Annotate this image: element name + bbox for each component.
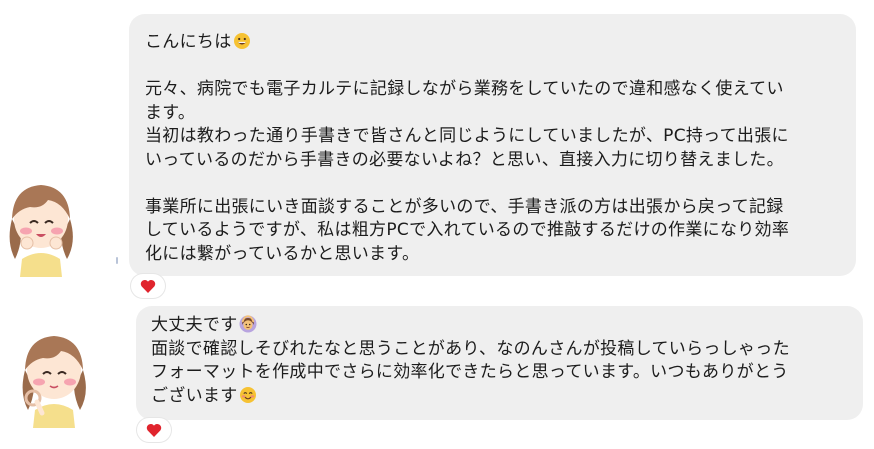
message-line [145, 172, 836, 196]
message-line: 元々、病院でも電子カルテに記録しながら業務をしていたので違和感なく使えてい [145, 79, 784, 99]
heart-icon [146, 423, 162, 437]
message-line: 大丈夫です [151, 314, 843, 338]
avatar [9, 185, 73, 277]
message-line: ございます [151, 385, 843, 409]
message-line: いっているのだから手書きの必要ないよね？と思い、直接入力に切り替えました。 [145, 149, 784, 170]
reaction-badge[interactable] [131, 274, 165, 298]
message-line: 当初は教わった通り手書きで皆さんと同じようにしていましたが、PC持って出張に [145, 126, 789, 146]
message-line: フォーマットを作成中でさらに効率化できたらと思っています。いつもありがとう [151, 362, 789, 382]
message-line [145, 55, 836, 79]
message-line: 事業所に出張にいき面談することが多いので、手書き派の方は出張から戻って記録 [145, 196, 784, 217]
message-bubble: こんにちは 元々、病院でも電子カルテに記録しながら業務をしていたので違和感なく使… [129, 14, 856, 276]
message-bubble: 大丈夫です 面談で確認しそびれたなと思うことがあり、なのんさんが投稿していらっし… [136, 306, 863, 420]
message-line: こんにちは [145, 31, 836, 55]
message-line: ます。 [145, 102, 196, 123]
status-mark [116, 257, 118, 264]
message-line: 化には繋がっているかと思います。 [145, 243, 420, 264]
message-line: 面談で確認しそびれたなと思うことがあり、なのんさんが投稿していらっしゃった [151, 338, 790, 359]
smiling-face-with-smiling-eyes-icon [239, 386, 256, 403]
grinning-face-icon [233, 33, 250, 49]
person-gesturing-ok-icon [239, 315, 256, 333]
reaction-badge[interactable] [137, 418, 171, 442]
avatar [22, 336, 86, 428]
message-line: しているようですが、私は粗方PCで入れているので推敲するだけの作業になり効率 [145, 220, 790, 240]
heart-icon [140, 279, 156, 293]
